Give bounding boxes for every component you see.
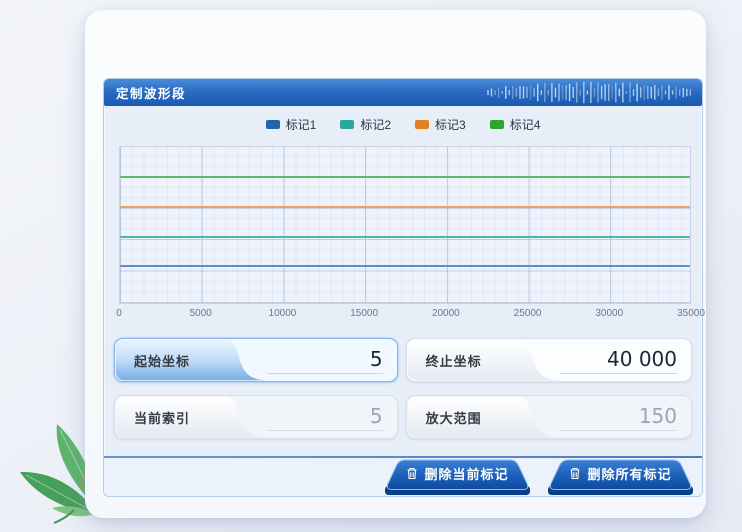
legend-swatch — [490, 120, 504, 129]
panel-title: 定制波形段 — [116, 83, 186, 102]
main-card: 定制波形段 标记1 标记2 标记3 标记4 0 5000 10000 15000 20000 2… — [85, 10, 706, 518]
marker-line-标记2 — [120, 236, 690, 238]
legend-item[interactable]: 标记2 — [340, 116, 391, 133]
legend-item[interactable]: 标记3 — [415, 116, 466, 133]
field-end-coordinate: 终止坐标 40 000 — [406, 338, 692, 382]
footer-bar: 删除当前标记 删除所有标记 — [104, 458, 702, 496]
legend-item[interactable]: 标记1 — [266, 116, 317, 133]
delete-current-marker-label: 删除当前标记 — [424, 464, 508, 483]
chart-x-axis: 05000100001500020000250003000035000 — [119, 308, 691, 322]
x-tick-label: 20000 — [432, 308, 460, 319]
field-end-label: 终止坐标 — [426, 339, 482, 381]
legend-swatch — [266, 120, 280, 129]
x-tick-label: 15000 — [350, 308, 378, 319]
field-end-value[interactable]: 40 000 — [560, 347, 677, 374]
marker-line-标记1 — [120, 265, 690, 267]
x-tick-label: 5000 — [190, 308, 212, 319]
marker-line-标记4 — [120, 176, 690, 178]
x-tick-label: 10000 — [269, 308, 297, 319]
field-start-label: 起始坐标 — [134, 339, 190, 381]
field-zoom-range: 放大范围 150 — [406, 395, 692, 439]
legend-label: 标记3 — [435, 116, 466, 133]
waveform-icon — [484, 79, 696, 106]
legend-item[interactable]: 标记4 — [490, 116, 541, 133]
x-tick-label: 25000 — [514, 308, 542, 319]
delete-current-marker-button[interactable]: 删除当前标记 — [380, 459, 535, 496]
field-index-value: 5 — [267, 404, 382, 431]
fields-grid: 起始坐标 5 终止坐标 40 000 当前索引 — [114, 338, 692, 439]
x-tick-label: 0 — [116, 308, 122, 319]
delete-all-markers-button[interactable]: 删除所有标记 — [543, 459, 698, 496]
field-start-coordinate: 起始坐标 5 — [114, 338, 398, 382]
chart-legend: 标记1 标记2 标记3 标记4 — [104, 116, 702, 133]
legend-label: 标记1 — [286, 116, 317, 133]
field-index-label: 当前索引 — [134, 396, 190, 438]
chart-plot-area[interactable] — [119, 146, 691, 304]
legend-label: 标记2 — [360, 116, 391, 133]
field-start-value[interactable]: 5 — [267, 347, 382, 374]
field-range-value: 150 — [560, 404, 677, 431]
panel-header: 定制波形段 — [104, 79, 702, 106]
delete-all-markers-label: 删除所有标记 — [587, 464, 671, 483]
field-range-label: 放大范围 — [426, 396, 482, 438]
legend-swatch — [340, 120, 354, 129]
marker-line-标记3 — [120, 206, 690, 208]
legend-label: 标记4 — [510, 116, 541, 133]
legend-swatch — [415, 120, 429, 129]
x-tick-label: 30000 — [595, 308, 623, 319]
trash-icon — [406, 467, 418, 480]
trash-icon — [569, 467, 581, 480]
x-tick-label: 35000 — [677, 308, 705, 319]
field-current-index: 当前索引 5 — [114, 395, 398, 439]
waveform-panel: 定制波形段 标记1 标记2 标记3 标记4 0 5000 10000 15000 20000 2… — [103, 78, 703, 497]
